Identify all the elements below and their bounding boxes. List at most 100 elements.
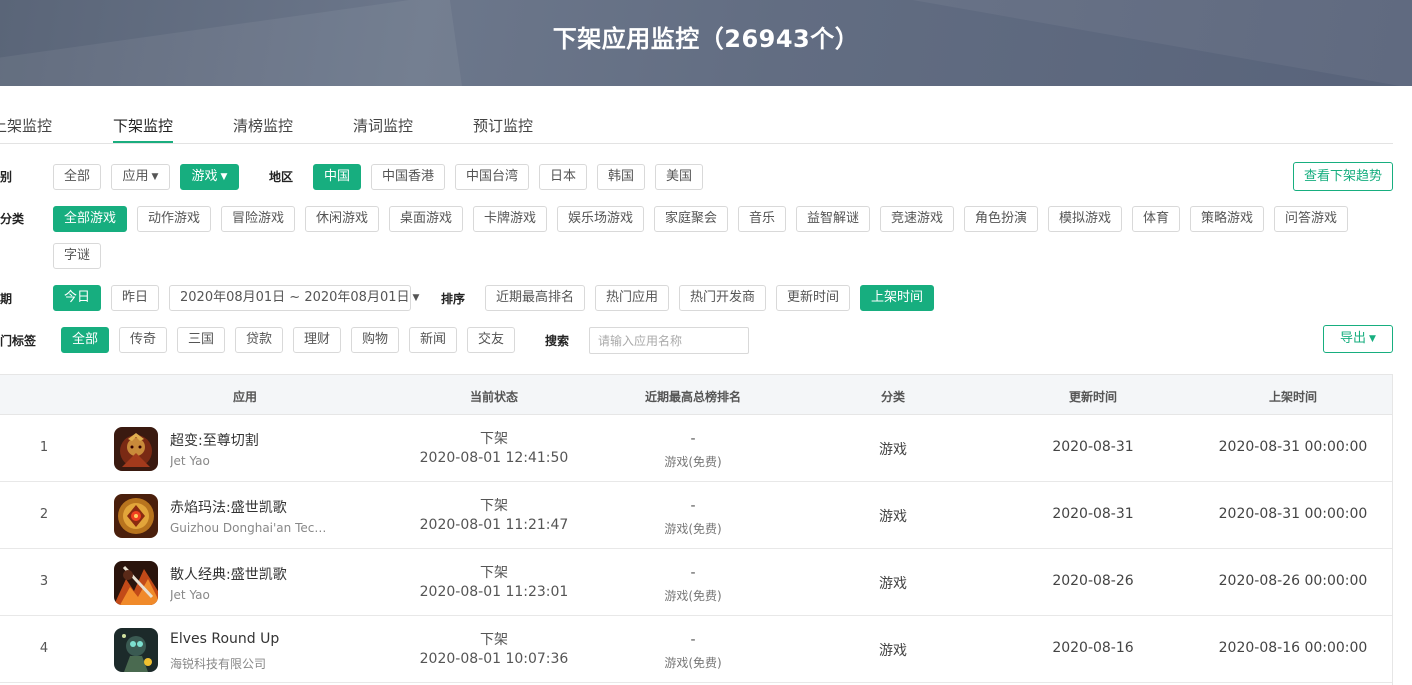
table-row[interactable]: 1 超变:至尊切割 Jet Yao 下架 2020-08-01 12:41:50… <box>0 415 1393 482</box>
search-input[interactable] <box>589 327 749 354</box>
search-label: 搜索 <box>545 334 570 348</box>
column-status: 当前状态 <box>469 390 519 404</box>
status-time: 2020-08-01 11:23:01 <box>419 584 569 600</box>
region-china[interactable]: 中国 <box>313 164 361 190</box>
subcat-adventure[interactable]: 冒险游戏 <box>221 206 295 232</box>
column-app: 应用 <box>232 390 258 404</box>
table-row[interactable]: 2 赤焰玛法:盛世凯歌 Guizhou Donghai'an Techn... … <box>0 482 1393 549</box>
subcat-puzzle[interactable]: 益智解谜 <box>796 206 870 232</box>
rank-value: - <box>690 431 696 447</box>
date-yesterday[interactable]: 昨日 <box>111 285 159 311</box>
app-developer: Guizhou Donghai'an Techn... <box>170 521 330 535</box>
row-index: 4 <box>39 641 49 656</box>
subcat-action[interactable]: 动作游戏 <box>137 206 211 232</box>
app-icon-elf[interactable] <box>114 628 158 672</box>
updated-date: 2020-08-31 <box>1052 506 1134 522</box>
export-label: 导出 <box>1340 331 1367 346</box>
region-taiwan[interactable]: 中国台湾 <box>455 164 529 190</box>
subcat-word[interactable]: 字谜 <box>53 243 101 269</box>
region-hongkong[interactable]: 中国香港 <box>371 164 445 190</box>
status-time: 2020-08-01 11:21:47 <box>419 517 569 533</box>
tag-loan[interactable]: 贷款 <box>235 327 283 353</box>
subcat-casual[interactable]: 休闲游戏 <box>305 206 379 232</box>
table-row[interactable]: 3 散人经典:盛世凯歌 Jet Yao 下架 2020-08-01 11:23:… <box>0 549 1393 616</box>
view-delisting-trend-button[interactable]: 查看下架趋势 <box>1293 162 1393 191</box>
tag-legend[interactable]: 传奇 <box>119 327 167 353</box>
app-name[interactable]: Elves Round Up <box>170 631 279 647</box>
subcat-racing[interactable]: 竞速游戏 <box>880 206 954 232</box>
column-category: 分类 <box>880 390 906 404</box>
sort-popular-apps[interactable]: 热门应用 <box>595 285 669 311</box>
subcat-music[interactable]: 音乐 <box>738 206 786 232</box>
region-japan[interactable]: 日本 <box>539 164 587 190</box>
tab-listing[interactable]: 上架监控 <box>0 115 52 136</box>
sort-popular-developers[interactable]: 热门开发商 <box>679 285 766 311</box>
subcat-card[interactable]: 卡牌游戏 <box>473 206 547 232</box>
rank-value: - <box>690 565 696 581</box>
app-icon-emblem[interactable] <box>114 494 158 538</box>
app-icon-warrior[interactable] <box>114 427 158 471</box>
sort-recent-top-rank[interactable]: 近期最高排名 <box>485 285 585 311</box>
status-time: 2020-08-01 10:07:36 <box>419 651 569 667</box>
subcat-sports[interactable]: 体育 <box>1132 206 1180 232</box>
category-game-dropdown[interactable]: 游戏 ▼ <box>180 164 239 190</box>
date-today[interactable]: 今日 <box>53 285 101 311</box>
chevron-down-icon: ▼ <box>151 172 159 182</box>
tag-social[interactable]: 交友 <box>467 327 515 353</box>
date-range-picker[interactable]: 2020年08月01日 ~ 2020年08月01日 ▼ <box>169 285 419 311</box>
region-korea[interactable]: 韩国 <box>597 164 645 190</box>
category-value: 游戏 <box>879 576 907 592</box>
category-label: 类别 <box>0 170 13 184</box>
rank-value: - <box>690 632 696 648</box>
category-app-dropdown[interactable]: 应用 ▼ <box>111 164 170 190</box>
app-developer: Jet Yao <box>170 588 210 602</box>
rank-chart: 游戏(免费) <box>664 455 722 469</box>
column-rank: 近期最高总榜排名 <box>644 390 742 404</box>
subcat-simulation[interactable]: 模拟游戏 <box>1048 206 1122 232</box>
category-app-label: 应用 <box>122 169 149 184</box>
listed-time: 2020-08-31 00:00:00 <box>1218 439 1368 455</box>
updated-date: 2020-08-16 <box>1052 640 1134 656</box>
tag-three-kingdoms[interactable]: 三国 <box>177 327 225 353</box>
table-right-border <box>1392 374 1393 685</box>
subcat-board[interactable]: 桌面游戏 <box>389 206 463 232</box>
region-usa[interactable]: 美国 <box>655 164 703 190</box>
sort-update-time[interactable]: 更新时间 <box>776 285 850 311</box>
category-value: 游戏 <box>879 509 907 525</box>
tag-all[interactable]: 全部 <box>61 327 109 353</box>
subcat-casino[interactable]: 娱乐场游戏 <box>557 206 644 232</box>
export-button[interactable]: 导出 ▼ <box>1323 325 1393 353</box>
row-index: 1 <box>39 440 49 455</box>
subcat-family[interactable]: 家庭聚会 <box>654 206 728 232</box>
chevron-down-icon: ▼ <box>412 293 420 303</box>
table-header: 应用 当前状态 近期最高总榜排名 分类 更新时间 上架时间 <box>0 374 1393 415</box>
app-icon-fire-blade[interactable] <box>114 561 158 605</box>
tab-delisting[interactable]: 下架监控 <box>113 115 174 143</box>
app-name[interactable]: 赤焰玛法:盛世凯歌 <box>170 497 287 517</box>
rank-chart: 游戏(免费) <box>664 656 722 670</box>
date-range-value: 2020年08月01日 ~ 2020年08月01日 <box>180 290 410 305</box>
category-value: 游戏 <box>879 442 907 458</box>
table-row[interactable]: 4 Elves Round Up 海锐科技有限公司 下架 2020-08-01 … <box>0 616 1393 683</box>
sort-listing-time[interactable]: 上架时间 <box>860 285 934 311</box>
tag-finance[interactable]: 理财 <box>293 327 341 353</box>
tag-news[interactable]: 新闻 <box>409 327 457 353</box>
status-text: 下架 <box>480 632 508 648</box>
tab-keyword-clear[interactable]: 清词监控 <box>353 115 413 136</box>
app-name[interactable]: 超变:至尊切割 <box>170 430 259 450</box>
status-text: 下架 <box>480 431 508 447</box>
tab-chart-clear[interactable]: 清榜监控 <box>233 115 293 136</box>
tag-shopping[interactable]: 购物 <box>351 327 399 353</box>
sort-label: 排序 <box>441 292 466 306</box>
rank-chart: 游戏(免费) <box>664 589 722 603</box>
subcat-trivia[interactable]: 问答游戏 <box>1274 206 1348 232</box>
category-all[interactable]: 全部 <box>53 164 101 190</box>
tab-preorder[interactable]: 预订监控 <box>473 115 533 136</box>
date-label: 日期 <box>0 292 13 306</box>
subcat-strategy[interactable]: 策略游戏 <box>1190 206 1264 232</box>
column-updated: 更新时间 <box>1068 390 1118 404</box>
subcat-roleplay[interactable]: 角色扮演 <box>964 206 1038 232</box>
updated-date: 2020-08-26 <box>1052 573 1134 589</box>
app-name[interactable]: 散人经典:盛世凯歌 <box>170 564 287 584</box>
subcat-all-games[interactable]: 全部游戏 <box>53 206 127 232</box>
